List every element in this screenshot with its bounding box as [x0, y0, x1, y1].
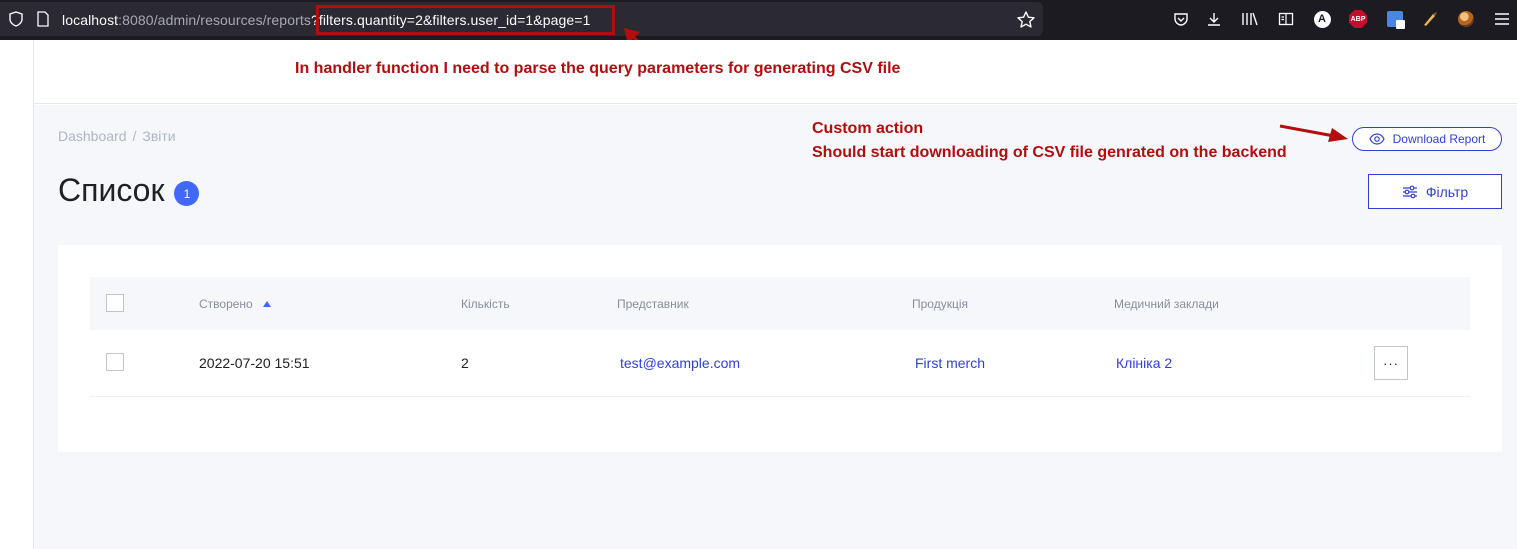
- annotation-arrow: [1279, 124, 1348, 142]
- bookmark-star-icon[interactable]: [1016, 10, 1036, 30]
- download-report-label: Download Report: [1392, 132, 1486, 146]
- download-icon[interactable]: [1204, 9, 1224, 29]
- url-host: localhost: [62, 12, 119, 28]
- url-path: :8080/admin/resources/reports: [118, 12, 311, 28]
- account-icon[interactable]: A: [1312, 9, 1332, 29]
- url-query-highlight: [316, 5, 615, 35]
- breadcrumb-dashboard[interactable]: Dashboard: [58, 128, 127, 144]
- annotation-custom-action-desc: Should start downloading of CSV file gen…: [812, 144, 1287, 161]
- pocket-icon[interactable]: [1171, 9, 1191, 29]
- cell-quantity: 2: [461, 355, 469, 371]
- column-header-representative[interactable]: Представник: [617, 297, 689, 311]
- sort-asc-icon: [262, 301, 271, 307]
- row-checkbox[interactable]: [106, 353, 124, 371]
- annotation-custom-action: Custom action Should start downloading o…: [812, 117, 1287, 165]
- browser-toolbar: localhost:8080/admin/resources/reports?f…: [0, 0, 1517, 40]
- select-all-checkbox[interactable]: [106, 294, 124, 312]
- page-title: Список 1: [58, 172, 200, 209]
- eye-icon: [1368, 133, 1385, 145]
- menu-icon[interactable]: [1492, 9, 1512, 29]
- cell-representative-link[interactable]: test@example.com: [620, 355, 740, 371]
- sliders-icon: [1402, 185, 1417, 198]
- column-header-clinic[interactable]: Медичний заклади: [1114, 297, 1219, 311]
- annotation-query-note: In handler function I need to parse the …: [295, 60, 901, 77]
- reader-icon[interactable]: [1276, 9, 1296, 29]
- count-badge: 1: [174, 181, 200, 206]
- column-header-product[interactable]: Продукція: [912, 297, 968, 311]
- library-icon[interactable]: [1240, 9, 1260, 29]
- download-report-button[interactable]: Download Report: [1352, 127, 1502, 151]
- adblock-icon[interactable]: ABP: [1348, 9, 1368, 29]
- cell-created: 2022-07-20 15:51: [199, 355, 310, 371]
- cell-product-link[interactable]: First merch: [915, 355, 985, 371]
- extension-icon[interactable]: [1420, 9, 1440, 29]
- row-actions-button[interactable]: ···: [1374, 346, 1408, 380]
- breadcrumb-separator: /: [132, 128, 137, 144]
- profile-icon[interactable]: [1456, 9, 1476, 29]
- filter-label: Фільтр: [1425, 183, 1469, 200]
- breadcrumb: Dashboard / Звіти: [58, 128, 182, 144]
- filter-button[interactable]: Фільтр: [1368, 174, 1502, 209]
- page-title-text: Список: [58, 172, 165, 208]
- column-header-created-label: Створено: [199, 297, 253, 311]
- column-header-quantity[interactable]: Кількість: [461, 297, 510, 311]
- column-header-created[interactable]: Створено: [199, 297, 271, 311]
- translate-icon[interactable]: [1385, 9, 1405, 29]
- shield-icon[interactable]: [8, 11, 24, 27]
- breadcrumb-reports[interactable]: Звіти: [142, 128, 175, 144]
- annotation-custom-action-title: Custom action: [812, 120, 924, 137]
- table-header: [90, 277, 1470, 330]
- cell-clinic-link[interactable]: Клініка 2: [1116, 355, 1172, 371]
- page-icon: [37, 11, 49, 27]
